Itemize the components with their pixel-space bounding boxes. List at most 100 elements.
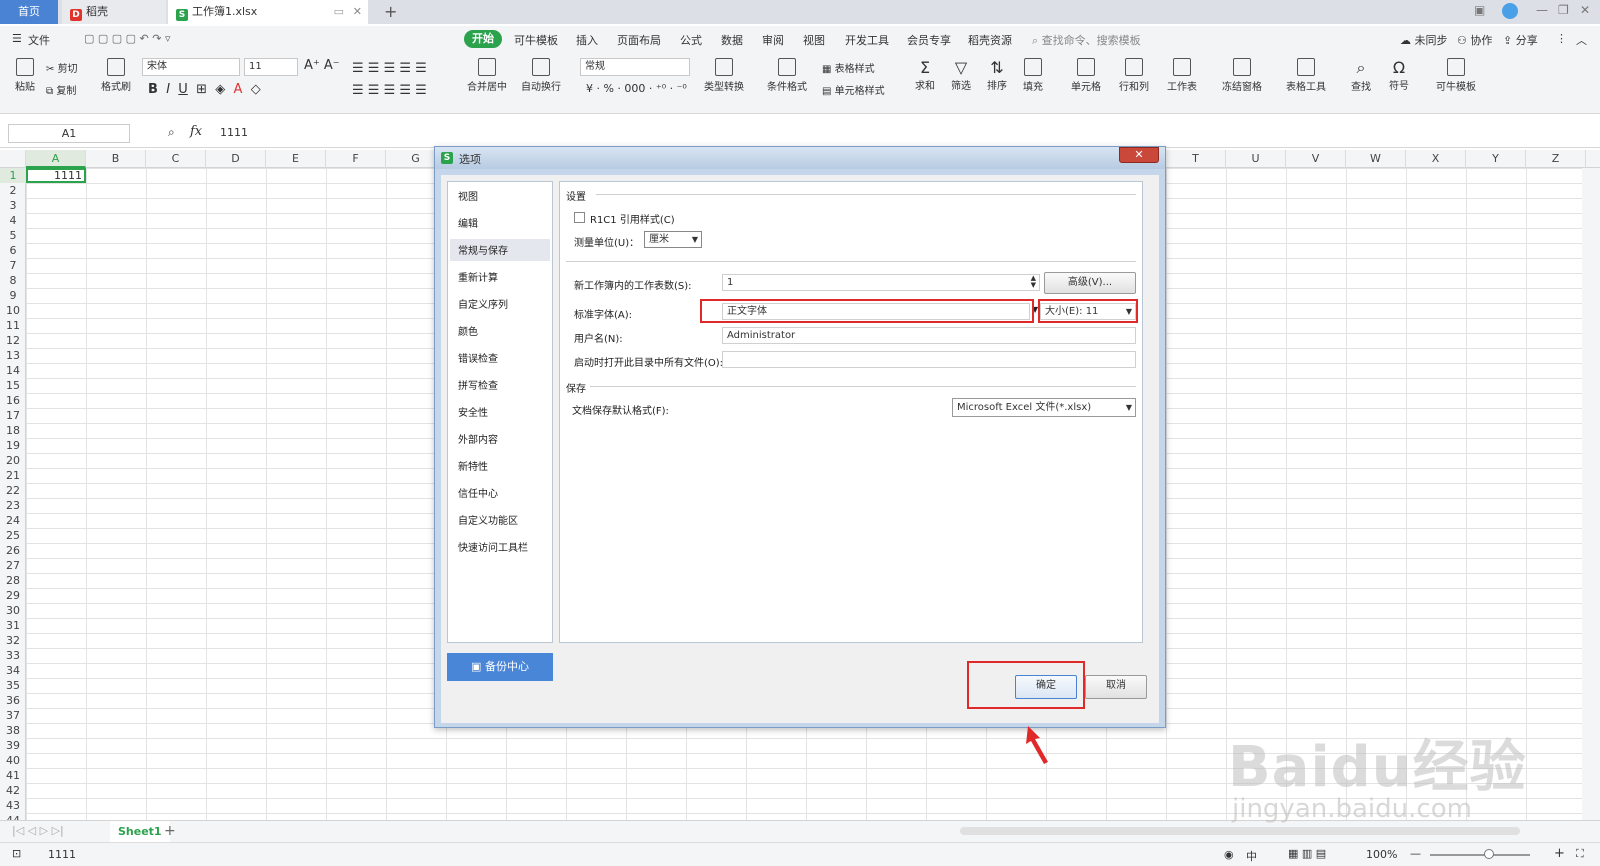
- sheet-nav-icons[interactable]: |◁ ◁ ▷ ▷|: [12, 824, 64, 837]
- nav-item[interactable]: 视图: [458, 188, 478, 208]
- row-header[interactable]: 10: [0, 303, 26, 318]
- row-header[interactable]: 40: [0, 753, 26, 768]
- more-icon[interactable]: ⋮: [1556, 32, 1567, 45]
- tab-home[interactable]: 首页: [0, 0, 58, 24]
- nav-item[interactable]: 编辑: [458, 215, 478, 235]
- row-header[interactable]: 4: [0, 213, 26, 228]
- row-header[interactable]: 14: [0, 363, 26, 378]
- row-header[interactable]: 35: [0, 678, 26, 693]
- row-header[interactable]: 18: [0, 423, 26, 438]
- pin-icon[interactable]: ▭: [334, 0, 344, 24]
- column-header[interactable]: Y: [1466, 150, 1526, 168]
- column-header[interactable]: C: [146, 150, 206, 168]
- startup-dir-input[interactable]: [722, 351, 1136, 368]
- menu-data[interactable]: 数据: [721, 32, 743, 48]
- row-header[interactable]: 19: [0, 438, 26, 453]
- nav-item[interactable]: 重新计算: [458, 269, 498, 289]
- zoom-formula-icon[interactable]: ⌕: [168, 125, 175, 140]
- name-box[interactable]: A1: [8, 124, 130, 143]
- table-style-button[interactable]: ▦ 表格样式: [822, 60, 875, 75]
- row-header[interactable]: 38: [0, 723, 26, 738]
- row-header[interactable]: 8: [0, 273, 26, 288]
- menu-docer-resources[interactable]: 稻壳资源: [968, 32, 1012, 48]
- default-format-select[interactable]: Microsoft Excel 文件(*.xlsx) ▼: [952, 398, 1136, 417]
- conditional-format-button[interactable]: 条件格式: [764, 58, 810, 93]
- cut-button[interactable]: ✂ 剪切: [46, 60, 78, 75]
- dialog-close-button[interactable]: ✕: [1119, 147, 1159, 163]
- row-header[interactable]: 33: [0, 648, 26, 663]
- row-header[interactable]: 37: [0, 708, 26, 723]
- format-painter-button[interactable]: 格式刷: [98, 58, 134, 93]
- sum-button[interactable]: Σ 求和: [910, 58, 940, 92]
- ok-button[interactable]: 确定: [1015, 675, 1077, 699]
- fullscreen-icon[interactable]: ⛶: [1576, 847, 1584, 861]
- row-header[interactable]: 23: [0, 498, 26, 513]
- font-style-group[interactable]: B I U ⊞ ◈ A ◇: [148, 82, 261, 97]
- bold-icon[interactable]: B: [148, 82, 158, 97]
- find-button[interactable]: ⌕ 查找: [1346, 58, 1376, 93]
- row-header[interactable]: 21: [0, 468, 26, 483]
- column-header[interactable]: F: [326, 150, 386, 168]
- menu-view[interactable]: 视图: [803, 32, 825, 48]
- nav-item[interactable]: 错误检查: [458, 350, 498, 370]
- row-header[interactable]: 2: [0, 183, 26, 198]
- restore-icon[interactable]: ❐: [1558, 3, 1569, 17]
- align-group[interactable]: ☰ ☰ ☰ ☰ ☰ ☰ ☰ ☰ ☰ ☰: [352, 58, 427, 102]
- menu-kn-template[interactable]: 可牛模板: [514, 32, 558, 48]
- row-header[interactable]: 25: [0, 528, 26, 543]
- menu-formula[interactable]: 公式: [680, 32, 702, 48]
- input-method[interactable]: 中: [1246, 848, 1257, 864]
- menu-developer[interactable]: 开发工具: [845, 32, 889, 48]
- sheet-tab-sheet1[interactable]: Sheet1: [110, 821, 170, 843]
- row-header[interactable]: 43: [0, 798, 26, 813]
- row-header[interactable]: 30: [0, 603, 26, 618]
- table-tools-button[interactable]: 表格工具: [1282, 58, 1330, 93]
- column-header[interactable]: U: [1226, 150, 1286, 168]
- row-header[interactable]: 31: [0, 618, 26, 633]
- row-header[interactable]: 22: [0, 483, 26, 498]
- add-sheet-button[interactable]: +: [164, 823, 176, 839]
- sync-status[interactable]: ☁ 未同步: [1400, 32, 1448, 48]
- column-header[interactable]: T: [1166, 150, 1226, 168]
- command-search[interactable]: ⌕ 查找命令、搜索模板: [1032, 32, 1141, 48]
- column-header[interactable]: X: [1406, 150, 1466, 168]
- row-header[interactable]: 24: [0, 513, 26, 528]
- menu-review[interactable]: 审阅: [762, 32, 784, 48]
- quick-access-icons[interactable]: ▢ ▢ ▢ ▢ ↶ ↷ ▿: [84, 32, 171, 45]
- zoom-slider[interactable]: [1430, 854, 1530, 856]
- row-header[interactable]: 6: [0, 243, 26, 258]
- worksheet-button[interactable]: 工作表: [1162, 58, 1202, 93]
- nav-item[interactable]: 常规与保存: [458, 242, 508, 262]
- tab-workbook[interactable]: S 工作簿1.xlsx ▭ ✕: [168, 0, 368, 24]
- column-header[interactable]: V: [1286, 150, 1346, 168]
- tab-docer[interactable]: D 稻壳: [62, 0, 166, 24]
- hamburger-icon[interactable]: ☰: [12, 32, 22, 45]
- kn-template-button[interactable]: 可牛模板: [1432, 58, 1480, 93]
- number-format-icons[interactable]: ¥ · % · 000 · ⁺⁰ · ⁻⁰: [586, 82, 687, 95]
- view-mode-icons[interactable]: ▦ ▥ ▤: [1288, 847, 1326, 860]
- row-col-button[interactable]: 行和列: [1114, 58, 1154, 93]
- nav-item[interactable]: 拼写检查: [458, 377, 498, 397]
- horizontal-scrollbar[interactable]: [960, 827, 1520, 835]
- r1c1-checkbox[interactable]: [574, 212, 585, 223]
- font-name-select[interactable]: 宋体: [142, 58, 240, 76]
- number-format-select[interactable]: 常规: [580, 58, 690, 76]
- fill-color-icon[interactable]: ◈: [215, 82, 225, 97]
- row-header[interactable]: 32: [0, 633, 26, 648]
- nav-item[interactable]: 外部内容: [458, 431, 498, 451]
- font-size-select[interactable]: 11: [244, 58, 298, 76]
- nav-item[interactable]: 自定义序列: [458, 296, 508, 316]
- cell-style-button[interactable]: ▤ 单元格样式: [822, 82, 885, 97]
- menu-insert[interactable]: 插入: [576, 32, 598, 48]
- cancel-button[interactable]: 取消: [1085, 675, 1147, 699]
- row-header[interactable]: 9: [0, 288, 26, 303]
- status-eye-icon[interactable]: ◉: [1224, 848, 1234, 861]
- close-window-icon[interactable]: ✕: [1580, 3, 1590, 17]
- minimize-icon[interactable]: —: [1536, 3, 1548, 17]
- measure-unit-select[interactable]: 厘米 ▼: [644, 231, 702, 248]
- underline-icon[interactable]: U: [178, 82, 188, 97]
- collapse-ribbon-icon[interactable]: ︿: [1576, 32, 1587, 48]
- row-header[interactable]: 15: [0, 378, 26, 393]
- type-convert-button[interactable]: 类型转换: [700, 58, 748, 93]
- freeze-panes-button[interactable]: 冻结窗格: [1218, 58, 1266, 93]
